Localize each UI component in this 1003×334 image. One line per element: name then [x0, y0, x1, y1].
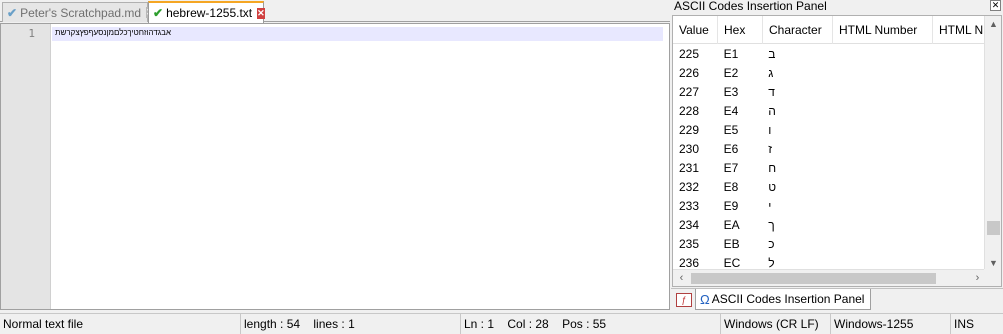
- cell-value: 227: [679, 84, 700, 99]
- cell-character: ד: [768, 84, 775, 99]
- cell-value: 232: [679, 179, 700, 194]
- cell-hex: E9: [723, 198, 739, 213]
- document-tab-bar: ✔ Peter's Scratchpad.md ✕ ✔ hebrew-1255.…: [0, 0, 670, 23]
- line-number: 1: [28, 27, 35, 40]
- cell-value: 236: [679, 255, 700, 270]
- cell-hex: E5: [723, 122, 739, 137]
- tab-peters-scratchpad[interactable]: ✔ Peter's Scratchpad.md ✕: [2, 2, 154, 22]
- editor-text[interactable]: אבגדהוזחטיךכלםמןנסעףפץצקרשת: [55, 28, 171, 37]
- column-header-hex[interactable]: Hex: [718, 16, 763, 44]
- cell-value: 230: [679, 141, 700, 156]
- tab-label: hebrew-1255.txt: [166, 6, 253, 20]
- line-number-gutter: 1: [1, 24, 51, 309]
- status-pos: Pos : 55: [562, 317, 607, 331]
- status-length: length : 54: [244, 317, 301, 331]
- status-col: Col : 28: [507, 317, 549, 331]
- status-eol[interactable]: Windows (CR LF): [720, 314, 830, 334]
- status-encoding[interactable]: Windows-1255: [830, 314, 950, 334]
- cell-value: 229: [679, 122, 700, 137]
- cell-hex: EC: [723, 255, 741, 270]
- cell-value: 235: [679, 236, 700, 251]
- status-lines: lines : 1: [313, 317, 355, 331]
- cell-hex: E6: [723, 141, 739, 156]
- scroll-corner: [984, 269, 1001, 286]
- table-header: Value Hex Character HTML Number HTML N: [673, 16, 988, 44]
- status-file-type: Normal text file: [3, 317, 84, 331]
- table-row[interactable]: 225 E1 ב: [673, 44, 985, 63]
- cell-value: 234: [679, 217, 700, 232]
- cell-character: ז: [768, 141, 773, 156]
- table-row[interactable]: 229 E5 ו: [673, 120, 985, 139]
- cell-character: ו: [768, 122, 772, 137]
- cell-hex: E2: [723, 65, 739, 80]
- cell-value: 228: [679, 103, 700, 118]
- panel-document-icon[interactable]: ƒ: [676, 293, 692, 307]
- status-length-lines: length : 54 lines : 1: [240, 314, 460, 334]
- column-header-html-name[interactable]: HTML N: [933, 16, 988, 44]
- cell-character: ג: [768, 65, 774, 80]
- scrollbar-thumb[interactable]: [691, 273, 936, 284]
- table-body: 225 E1 ב 226 E2 ג 227 E3 ד 228 E4 ה 229 E5 ו 230 E6 ז 231 E…: [673, 44, 985, 272]
- close-icon[interactable]: ✕: [990, 0, 1001, 11]
- ascii-table: Value Hex Character HTML Number HTML N 2…: [672, 15, 1002, 287]
- cell-character: ט: [768, 179, 777, 194]
- status-insert-mode[interactable]: INS: [950, 314, 1003, 334]
- editor-area[interactable]: 1 אבגדהוזחטיךכלםמןנסעףפץצקרשת: [0, 23, 670, 310]
- notepad-window: ✔ Peter's Scratchpad.md ✕ ✔ hebrew-1255.…: [0, 0, 1003, 334]
- table-row[interactable]: 235 EB כ: [673, 234, 985, 253]
- table-row[interactable]: 228 E4 ה: [673, 101, 985, 120]
- vertical-scrollbar[interactable]: ▲ ▼: [984, 16, 1001, 272]
- cell-hex: E4: [723, 103, 739, 118]
- cell-character: ב: [768, 46, 776, 61]
- ascii-insertion-panel: ASCII Codes Insertion Panel ✕ Value Hex …: [671, 0, 1003, 310]
- cell-character: ך: [768, 217, 775, 232]
- check-icon: ✔: [153, 6, 164, 20]
- cell-character: כ: [768, 236, 775, 251]
- tab-hebrew-1255[interactable]: ✔ hebrew-1255.txt ✕: [148, 1, 265, 23]
- cell-value: 233: [679, 198, 700, 213]
- cell-character: ל: [768, 255, 775, 270]
- cell-character: ח: [768, 160, 777, 175]
- tab-label: ASCII Codes Insertion Panel: [711, 292, 865, 306]
- table-row[interactable]: 230 E6 ז: [673, 139, 985, 158]
- horizontal-scrollbar[interactable]: ‹ ›: [673, 269, 986, 286]
- table-row[interactable]: 232 E8 ט: [673, 177, 985, 196]
- close-icon[interactable]: ✕: [257, 7, 265, 19]
- cell-hex: EA: [723, 217, 740, 232]
- cell-value: 225: [679, 46, 700, 61]
- column-header-html-number[interactable]: HTML Number: [833, 16, 933, 44]
- cell-character: י: [768, 198, 772, 213]
- omega-icon: Ω: [700, 291, 710, 307]
- cell-value: 231: [679, 160, 700, 175]
- status-ln: Ln : 1: [464, 317, 495, 331]
- table-row[interactable]: 226 E2 ג: [673, 63, 985, 82]
- table-row[interactable]: 227 E3 ד: [673, 82, 985, 101]
- table-row[interactable]: 233 E9 י: [673, 196, 985, 215]
- scroll-left-icon[interactable]: ‹: [673, 270, 690, 286]
- status-bar: Normal text file length : 54 lines : 1 L…: [0, 313, 1003, 334]
- scroll-up-icon[interactable]: ▲: [985, 16, 1001, 33]
- cell-hex: E8: [723, 179, 739, 194]
- table-row[interactable]: 234 EA ך: [673, 215, 985, 234]
- table-row[interactable]: 231 E7 ח: [673, 158, 985, 177]
- panel-tab-strip: ƒ Ω ASCII Codes Insertion Panel: [671, 288, 1003, 310]
- cell-hex: E1: [723, 46, 739, 61]
- cell-hex: E7: [723, 160, 739, 175]
- cell-character: ה: [768, 103, 776, 118]
- cell-hex: E3: [723, 84, 739, 99]
- cell-hex: EB: [723, 236, 740, 251]
- column-header-value[interactable]: Value: [673, 16, 718, 44]
- status-position: Ln : 1 Col : 28 Pos : 55: [460, 314, 720, 334]
- tab-ascii-panel[interactable]: Ω ASCII Codes Insertion Panel: [695, 289, 872, 310]
- cell-value: 226: [679, 65, 700, 80]
- column-header-character[interactable]: Character: [763, 16, 833, 44]
- tab-label: Peter's Scratchpad.md: [20, 5, 142, 20]
- panel-title: ASCII Codes Insertion Panel: [674, 0, 827, 13]
- scrollbar-thumb[interactable]: [987, 221, 1000, 235]
- check-icon: ✔: [7, 5, 18, 20]
